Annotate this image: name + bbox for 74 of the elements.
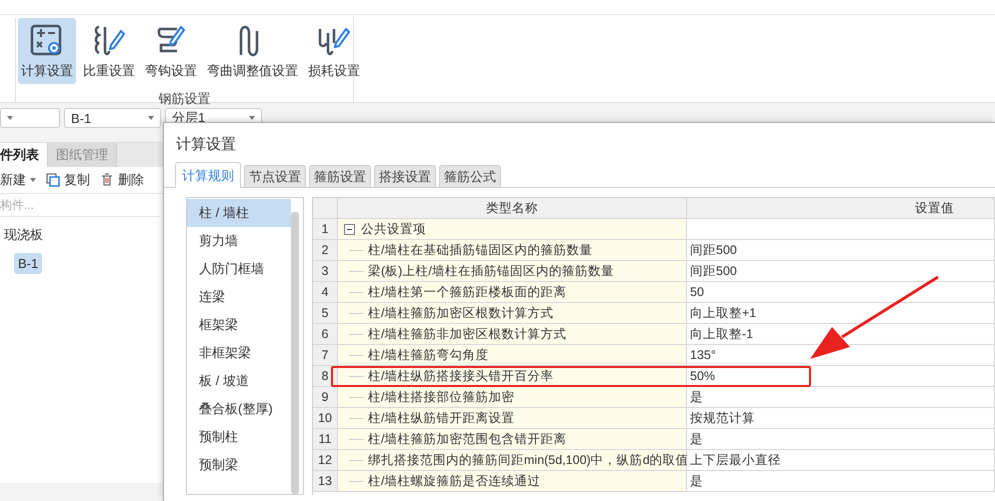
- setting-name: 柱/墙柱搭接部位箍筋加密: [368, 388, 514, 406]
- caret-icon: [148, 116, 154, 120]
- setting-name: 绑扎搭接范围内的箍筋间距min(5d,100)中，纵筋d的取值: [368, 452, 689, 468]
- row-number: 5: [313, 303, 338, 323]
- trash-icon: [100, 173, 114, 187]
- row-number: 8: [313, 366, 338, 386]
- setting-name: 柱/墙柱纵筋错开距离设置: [368, 410, 514, 426]
- dialog-tab[interactable]: 箍筋设置: [309, 165, 371, 187]
- row-number: 12: [313, 450, 338, 470]
- setting-name: 柱/墙柱第一个箍筋距楼板面的距离: [368, 284, 566, 300]
- row-number: 13: [313, 471, 338, 491]
- setting-name: 柱/墙柱箍筋弯勾角度: [368, 346, 488, 364]
- dropdown[interactable]: B-1: [64, 108, 161, 128]
- setting-name: 梁(板)上柱/墙柱在插筋锚固区内的箍筋数量: [368, 262, 614, 280]
- dialog-tab[interactable]: 箍筋公式: [439, 165, 501, 187]
- ribbon-button[interactable]: 弯钩设置: [142, 18, 200, 84]
- setting-value: 间距500: [690, 262, 737, 280]
- row-number: 1: [313, 219, 338, 239]
- setting-value: 是: [690, 472, 703, 490]
- collapse-icon[interactable]: [344, 224, 355, 234]
- group-name: 公共设置项: [361, 220, 426, 238]
- setting-name: 柱/墙柱在基础插筋锚固区内的箍筋数量: [368, 242, 592, 258]
- setting-value: 50: [690, 285, 704, 299]
- row-number: 11: [313, 429, 338, 449]
- dialog-tab[interactable]: 节点设置: [244, 165, 306, 187]
- toolbar-button[interactable]: 复制: [46, 171, 90, 189]
- dialog-title: 计算设置: [175, 135, 237, 151]
- setting-name: 柱/墙柱纵筋搭接接头错开百分率: [368, 368, 554, 384]
- category-item[interactable]: 预制梁: [187, 451, 291, 479]
- category-item[interactable]: 板 / 坡道: [187, 367, 291, 395]
- caret-icon: [7, 116, 13, 120]
- row-number: 4: [313, 282, 338, 302]
- category-item[interactable]: 连梁: [187, 283, 291, 311]
- toolbar-button[interactable]: 新建: [0, 171, 36, 189]
- row-number: 2: [313, 240, 338, 260]
- dialog-tab[interactable]: 搭接设置: [374, 165, 436, 187]
- category-item[interactable]: 柱 / 墙柱: [187, 199, 291, 227]
- ribbon-button[interactable]: 损耗设置: [305, 18, 363, 84]
- row-number: 7: [313, 345, 338, 365]
- ribbon-button[interactable]: 弯曲调整值设置: [204, 18, 301, 84]
- setting-name: 柱/墙柱箍筋非加密区根数计算方式: [368, 326, 566, 342]
- row-number: 3: [313, 261, 338, 281]
- setting-name: 柱/墙柱箍筋加密区根数计算方式: [368, 304, 554, 322]
- caret-icon: [30, 178, 36, 182]
- row-number: 10: [313, 408, 338, 428]
- setting-value: 是: [690, 388, 703, 406]
- setting-value: 向上取整+1: [690, 304, 756, 322]
- setting-name: 柱/墙柱螺旋箍筋是否连续通过: [368, 472, 540, 490]
- setting-value: 50%: [690, 369, 716, 383]
- setting-value: 135°: [690, 348, 716, 362]
- setting-value: 间距500: [690, 242, 737, 258]
- category-item[interactable]: 非框架梁: [187, 339, 291, 367]
- category-item[interactable]: 预制柱: [187, 423, 291, 451]
- category-item[interactable]: 剪力墙: [187, 227, 291, 255]
- setting-value: 向上取整-1: [690, 326, 754, 342]
- category-item[interactable]: 框架梁: [187, 311, 291, 339]
- setting-value: 按规范计算: [690, 410, 755, 426]
- scrollbar[interactable]: [291, 212, 299, 494]
- toolbar-button[interactable]: 删除: [100, 171, 144, 189]
- category-item[interactable]: 人防门框墙: [187, 255, 291, 283]
- ribbon-group-label: 钢筋设置: [158, 90, 210, 108]
- row-number: 9: [313, 387, 338, 407]
- tree-item[interactable]: B-1: [14, 253, 42, 274]
- row-number: 6: [313, 324, 338, 344]
- ribbon-button[interactable]: 比重设置: [80, 18, 138, 84]
- setting-value: 是: [690, 430, 703, 448]
- category-item[interactable]: 叠合板(整厚): [187, 395, 291, 423]
- ribbon-button[interactable]: 计算设置: [18, 18, 76, 84]
- dropdown[interactable]: [0, 108, 60, 128]
- tree-item[interactable]: 现浇板: [0, 223, 47, 247]
- setting-name: 柱/墙柱箍筋加密范围包含错开距离: [368, 430, 566, 448]
- dialog-tab[interactable]: 计算规则: [175, 162, 241, 188]
- copy-icon: [46, 173, 60, 187]
- setting-value: 上下层最小直径: [690, 452, 781, 468]
